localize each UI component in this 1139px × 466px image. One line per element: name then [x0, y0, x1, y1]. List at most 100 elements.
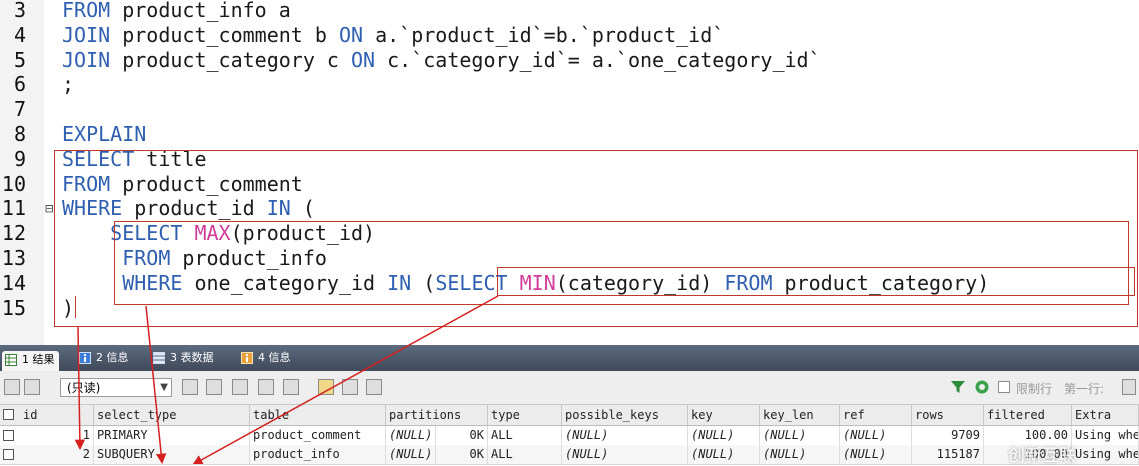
line-number: 3	[13, 0, 26, 22]
cell-select-type[interactable]: PRIMARY	[94, 426, 250, 445]
row-checkbox[interactable]	[3, 449, 14, 460]
table-row[interactable]: 2 SUBQUERY product_info (NULL) 0K ALL (NULL) (N…	[0, 445, 1139, 465]
column-header-id[interactable]: id	[20, 405, 94, 425]
duplicate-row-button[interactable]	[206, 379, 222, 395]
line-number: 7	[13, 97, 26, 122]
text-layout-button[interactable]	[366, 379, 382, 395]
cell-size[interactable]: 0K	[436, 445, 488, 464]
cell-id[interactable]: 1	[20, 426, 94, 445]
tab-table-data[interactable]: 3 表数据	[150, 349, 218, 367]
column-header-table[interactable]: table	[250, 405, 386, 425]
cell-id[interactable]: 2	[20, 445, 94, 464]
cell-select-type[interactable]: SUBQUERY	[94, 445, 250, 464]
column-header-filtered[interactable]: filtered	[984, 405, 1072, 425]
cell-key-len[interactable]: (NULL)	[760, 426, 840, 445]
cell-size[interactable]: 0K	[436, 426, 488, 445]
cell-ref[interactable]: (NULL)	[840, 445, 912, 464]
cell-extra[interactable]: Using whe	[1072, 426, 1139, 445]
cell-table[interactable]: product_info	[250, 445, 386, 464]
cell-extra[interactable]: Using whe	[1072, 445, 1139, 464]
sql-keyword: ON	[351, 47, 376, 72]
row-checkbox[interactable]	[3, 430, 14, 441]
column-header-select-type[interactable]: select_type	[94, 405, 250, 425]
tab-messages[interactable]: 2 信息	[76, 349, 133, 367]
cell-table[interactable]: product_comment	[250, 426, 386, 445]
sql-text: a.`product_id`=b.`product_id`	[363, 22, 725, 47]
line-number: 9	[13, 146, 26, 171]
save-button[interactable]	[232, 379, 248, 395]
grid-view-button[interactable]	[4, 379, 20, 395]
cell-key[interactable]: (NULL)	[688, 445, 760, 464]
sql-keyword: ON	[338, 22, 364, 47]
line-number: 12	[1, 221, 26, 246]
cell-rows[interactable]: 9709	[912, 426, 984, 445]
column-header-extra[interactable]: Extra	[1072, 405, 1139, 425]
fold-toggle-icon[interactable]: ⊟	[45, 202, 53, 216]
reset-filter-icon[interactable]	[974, 379, 990, 395]
code-line[interactable]: JOIN product_comment b ON a.`product_id`…	[62, 23, 724, 47]
first-row-label: 第一行:	[1064, 382, 1105, 396]
cell-possible-keys[interactable]: (NULL)	[562, 426, 688, 445]
column-header-key-len[interactable]: key_len	[760, 405, 840, 425]
sql-editor[interactable]: 3 4 5 6 7 8 9 10 11 12 13 14 15 FROM product_info aJ…	[0, 0, 1139, 345]
edit-mode-select[interactable]: (只读) ▼	[60, 378, 172, 397]
column-header-key[interactable]: key	[688, 405, 760, 425]
filter-icon[interactable]	[950, 379, 966, 395]
cell-partitions[interactable]: (NULL)	[386, 445, 436, 464]
tab-info[interactable]: 4 信息	[238, 349, 295, 367]
line-number: 6	[13, 72, 26, 97]
grid-layout-button[interactable]	[318, 379, 334, 395]
sql-text: product_category c	[110, 47, 351, 72]
sql-keyword: JOIN	[62, 22, 111, 47]
edit-mode-value: (只读)	[67, 381, 101, 395]
column-header-type[interactable]: type	[488, 405, 562, 425]
delete-button[interactable]	[258, 379, 274, 395]
tab-results[interactable]: 1 结果	[2, 351, 59, 371]
cell-key[interactable]: (NULL)	[688, 426, 760, 445]
line-number: 15	[1, 295, 26, 320]
sql-keyword: EXPLAIN	[62, 122, 147, 146]
sql-keyword: FROM	[62, 0, 111, 22]
sql-text: c.`category_id`= a.`one_category_id`	[375, 47, 821, 72]
scroll-left-button[interactable]	[1122, 379, 1136, 395]
grid-header-row: id select_type table partitions type pos…	[0, 405, 1139, 426]
line-number: 5	[13, 47, 26, 72]
cell-partitions[interactable]: (NULL)	[386, 426, 436, 445]
sql-text: ;	[62, 72, 75, 97]
cell-type[interactable]: ALL	[488, 426, 562, 445]
result-tab-bar: 1 结果 2 信息 3 表数据 4 信息	[0, 345, 1139, 371]
table-row[interactable]: 1 PRIMARY product_comment (NULL) 0K ALL (NULL)…	[0, 426, 1139, 446]
sql-text: product_info a	[110, 0, 291, 22]
revert-button[interactable]	[283, 379, 299, 395]
sql-text: product_comment b	[110, 22, 339, 47]
code-line[interactable]: ;	[62, 72, 74, 96]
limit-rows-label: 限制行	[1016, 382, 1053, 396]
code-line[interactable]: FROM product_info a	[62, 0, 291, 22]
tab-messages-label: 2 信息	[96, 351, 129, 364]
code-line[interactable]: JOIN product_category c ON c.`category_i…	[62, 48, 821, 72]
column-header-ref[interactable]: ref	[840, 405, 912, 425]
refresh-button[interactable]	[182, 379, 198, 395]
column-header-rows[interactable]: rows	[912, 405, 984, 425]
column-header-possible-keys[interactable]: possible_keys	[562, 405, 688, 425]
cell-possible-keys[interactable]: (NULL)	[562, 445, 688, 464]
form-layout-button[interactable]	[342, 379, 358, 395]
explain-result-grid[interactable]: id select_type table partitions type pos…	[0, 405, 1139, 465]
line-number: 13	[1, 246, 26, 270]
info-icon	[241, 352, 253, 364]
limit-rows-checkbox[interactable]	[998, 381, 1010, 393]
cell-rows[interactable]: 115187	[912, 445, 984, 464]
code-line[interactable]: EXPLAIN	[62, 122, 146, 146]
export-dropdown-button[interactable]	[24, 379, 40, 395]
watermark-logo: 创新互联	[1008, 446, 1076, 466]
tab-table-data-label: 3 表数据	[170, 351, 214, 364]
cell-key-len[interactable]: (NULL)	[760, 445, 840, 464]
select-all-checkbox[interactable]	[3, 409, 14, 420]
column-header-partitions[interactable]: partitions	[386, 405, 488, 425]
result-toolbar: (只读) ▼ 限制行 第一行:	[0, 371, 1139, 405]
line-number: 10	[1, 171, 26, 196]
info-icon	[79, 352, 91, 364]
line-number: 8	[13, 122, 26, 146]
cell-ref[interactable]: (NULL)	[840, 426, 912, 445]
cell-type[interactable]: ALL	[488, 445, 562, 464]
